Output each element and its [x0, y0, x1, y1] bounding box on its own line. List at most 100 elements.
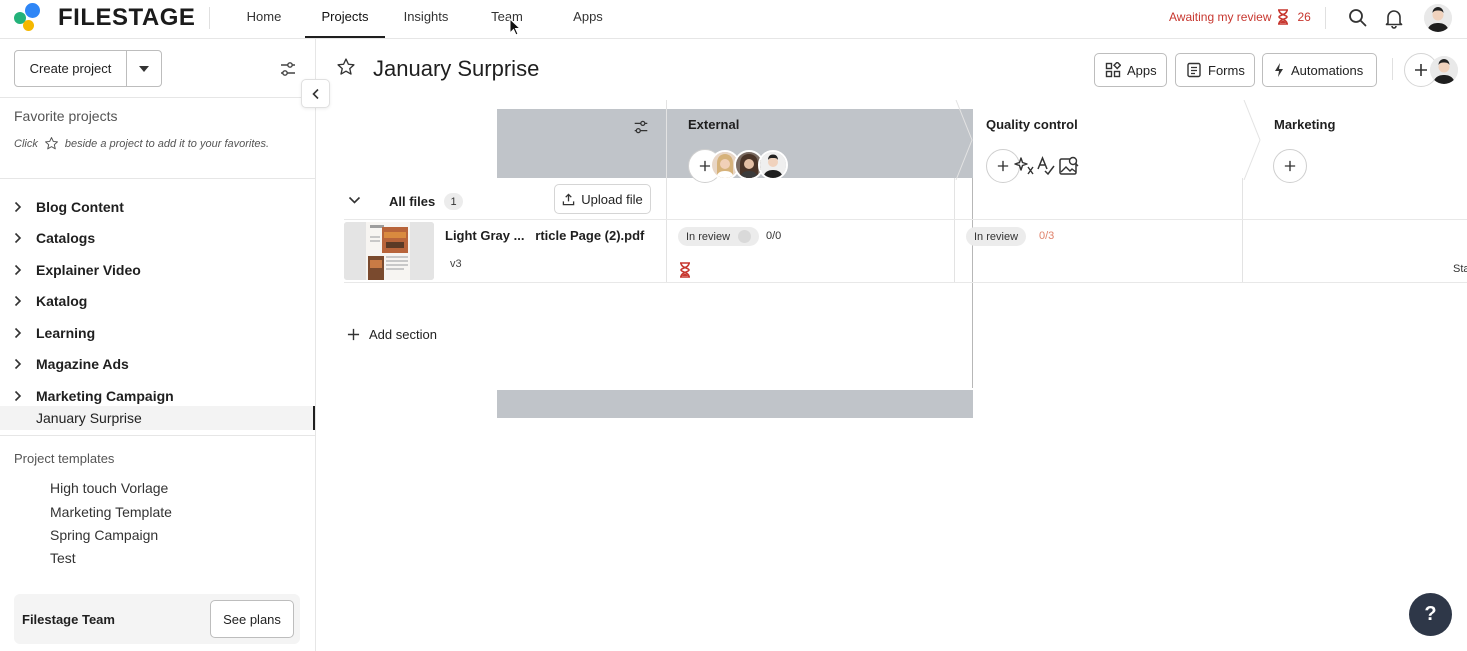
sidebar-project-january-surprise[interactable]: January Surprise — [0, 406, 315, 430]
drag-guide-line — [972, 178, 973, 388]
status-label: In review — [686, 230, 731, 243]
favorite-star-icon[interactable] — [336, 57, 356, 77]
nav-divider — [209, 7, 210, 29]
add-reviewer-button[interactable] — [1273, 149, 1307, 183]
sidebar-project-magazine-ads[interactable]: Magazine Ads — [0, 350, 315, 378]
stage-name-marketing[interactable]: Marketing — [1274, 117, 1335, 132]
collapse-sidebar-button[interactable] — [301, 79, 330, 108]
logo-mark — [14, 3, 50, 33]
image-search-icon[interactable] — [1058, 155, 1080, 177]
create-project-button[interactable]: Create project — [15, 51, 127, 86]
create-project-split-button: Create project — [14, 50, 162, 87]
sidebar-divider — [0, 178, 316, 179]
project-label: Magazine Ads — [36, 356, 129, 372]
review-count-quality-control: 0/3 — [1039, 230, 1055, 242]
hourglass-icon — [1277, 9, 1289, 25]
file-name[interactable]: Light Gray ... rticle Page (2).pdf — [445, 228, 644, 243]
column-divider — [954, 178, 955, 283]
header-divider — [1392, 58, 1393, 80]
sliders-icon[interactable] — [632, 118, 650, 136]
favorites-hint-suffix: beside a project to add it to your favor… — [64, 137, 270, 150]
automations-button-label: Automations — [1291, 62, 1364, 78]
tab-team[interactable]: Team — [484, 0, 530, 38]
team-name: Filestage Team — [22, 612, 115, 627]
reviewer-avatar[interactable] — [758, 150, 788, 180]
sidebar-project-learning[interactable]: Learning — [0, 319, 315, 347]
add-section-button[interactable]: Add section — [347, 327, 437, 342]
chevron-right-icon — [0, 390, 36, 402]
chevron-down-icon[interactable] — [348, 196, 361, 205]
review-count-external: 0/0 — [766, 230, 782, 242]
templates-title: Project templates — [14, 451, 115, 466]
upload-file-button[interactable]: Upload file — [554, 184, 651, 214]
file-thumbnail[interactable] — [344, 222, 434, 280]
chevron-right-icon — [0, 327, 36, 339]
template-item[interactable]: Test — [50, 550, 76, 566]
truncated-status-text: Sta — [1453, 263, 1467, 275]
sidebar-project-explainer-video[interactable]: Explainer Video — [0, 256, 315, 284]
tab-insights[interactable]: Insights — [396, 0, 456, 38]
drag-overlay-bottom — [497, 390, 973, 418]
section-title: All files — [389, 194, 436, 209]
project-label: Learning — [36, 325, 96, 341]
awaiting-review-label: Awaiting my review — [1169, 10, 1272, 24]
status-badge-external[interactable]: In review — [678, 227, 760, 246]
status-label: In review — [974, 230, 1019, 243]
logo-text: FILESTAGE — [58, 4, 196, 31]
plus-icon — [347, 328, 360, 341]
search-icon[interactable] — [1347, 7, 1369, 29]
add-section-label: Add section — [369, 327, 437, 342]
help-button[interactable]: ? — [1409, 593, 1452, 636]
automations-button[interactable]: Automations — [1262, 53, 1377, 87]
caret-down-icon — [139, 65, 149, 72]
page-title: January Surprise — [373, 56, 540, 81]
stage-name-external[interactable]: External — [688, 117, 739, 132]
column-divider — [666, 100, 667, 283]
filestage-logo[interactable]: FILESTAGE — [14, 2, 195, 34]
chevron-right-icon — [0, 295, 36, 307]
see-plans-button[interactable]: See plans — [210, 600, 294, 638]
star-outline-icon — [44, 136, 59, 151]
upload-file-label: Upload file — [581, 191, 643, 207]
sidebar-project-katalog[interactable]: Katalog — [0, 287, 315, 315]
member-avatar[interactable] — [1430, 56, 1458, 84]
chevron-right-icon — [0, 358, 36, 370]
selected-project-label: January Surprise — [36, 410, 142, 426]
sidebar-project-blog-content[interactable]: Blog Content — [0, 193, 315, 221]
section-file-count: 1 — [444, 193, 463, 210]
awaiting-review-count: 26 — [1297, 10, 1311, 24]
apps-button-label: Apps — [1127, 62, 1157, 78]
favorites-hint-prefix: Click — [14, 137, 38, 150]
project-label: Katalog — [36, 293, 88, 309]
user-avatar[interactable] — [1424, 4, 1452, 32]
apps-button[interactable]: Apps — [1094, 53, 1167, 87]
file-version-badge[interactable]: v3 — [450, 258, 462, 270]
tab-home[interactable]: Home — [238, 0, 290, 38]
forms-button[interactable]: Forms — [1175, 53, 1255, 87]
template-item[interactable]: Marketing Template — [50, 504, 172, 520]
topbar-divider — [1325, 7, 1326, 29]
project-label: Explainer Video — [36, 262, 141, 278]
plus-icon — [1284, 160, 1296, 172]
tab-projects[interactable]: Projects — [305, 0, 385, 38]
tab-apps[interactable]: Apps — [566, 0, 610, 38]
stage-name-quality-control[interactable]: Quality control — [986, 117, 1078, 132]
stage-arrow-icon — [954, 100, 974, 180]
column-divider — [1242, 178, 1243, 283]
template-item[interactable]: Spring Campaign — [50, 527, 158, 543]
template-item[interactable]: High touch Vorlage — [50, 480, 168, 496]
sidebar-project-catalogs[interactable]: Catalogs — [0, 224, 315, 252]
upload-icon — [562, 192, 575, 206]
plus-icon — [997, 160, 1009, 172]
spell-check-icon[interactable] — [1035, 155, 1057, 177]
awaiting-review-link[interactable]: Awaiting my review 26 — [1169, 9, 1311, 25]
plus-icon — [1415, 64, 1427, 76]
ai-sparkle-icon[interactable] — [1013, 155, 1035, 177]
status-dot — [738, 230, 752, 243]
bell-icon[interactable] — [1383, 7, 1405, 29]
status-badge-quality-control[interactable]: In review — [966, 227, 1027, 246]
forms-button-label: Forms — [1208, 62, 1245, 78]
sliders-icon[interactable] — [278, 59, 298, 79]
create-project-dropdown[interactable] — [127, 51, 161, 86]
sidebar-divider — [0, 97, 316, 98]
